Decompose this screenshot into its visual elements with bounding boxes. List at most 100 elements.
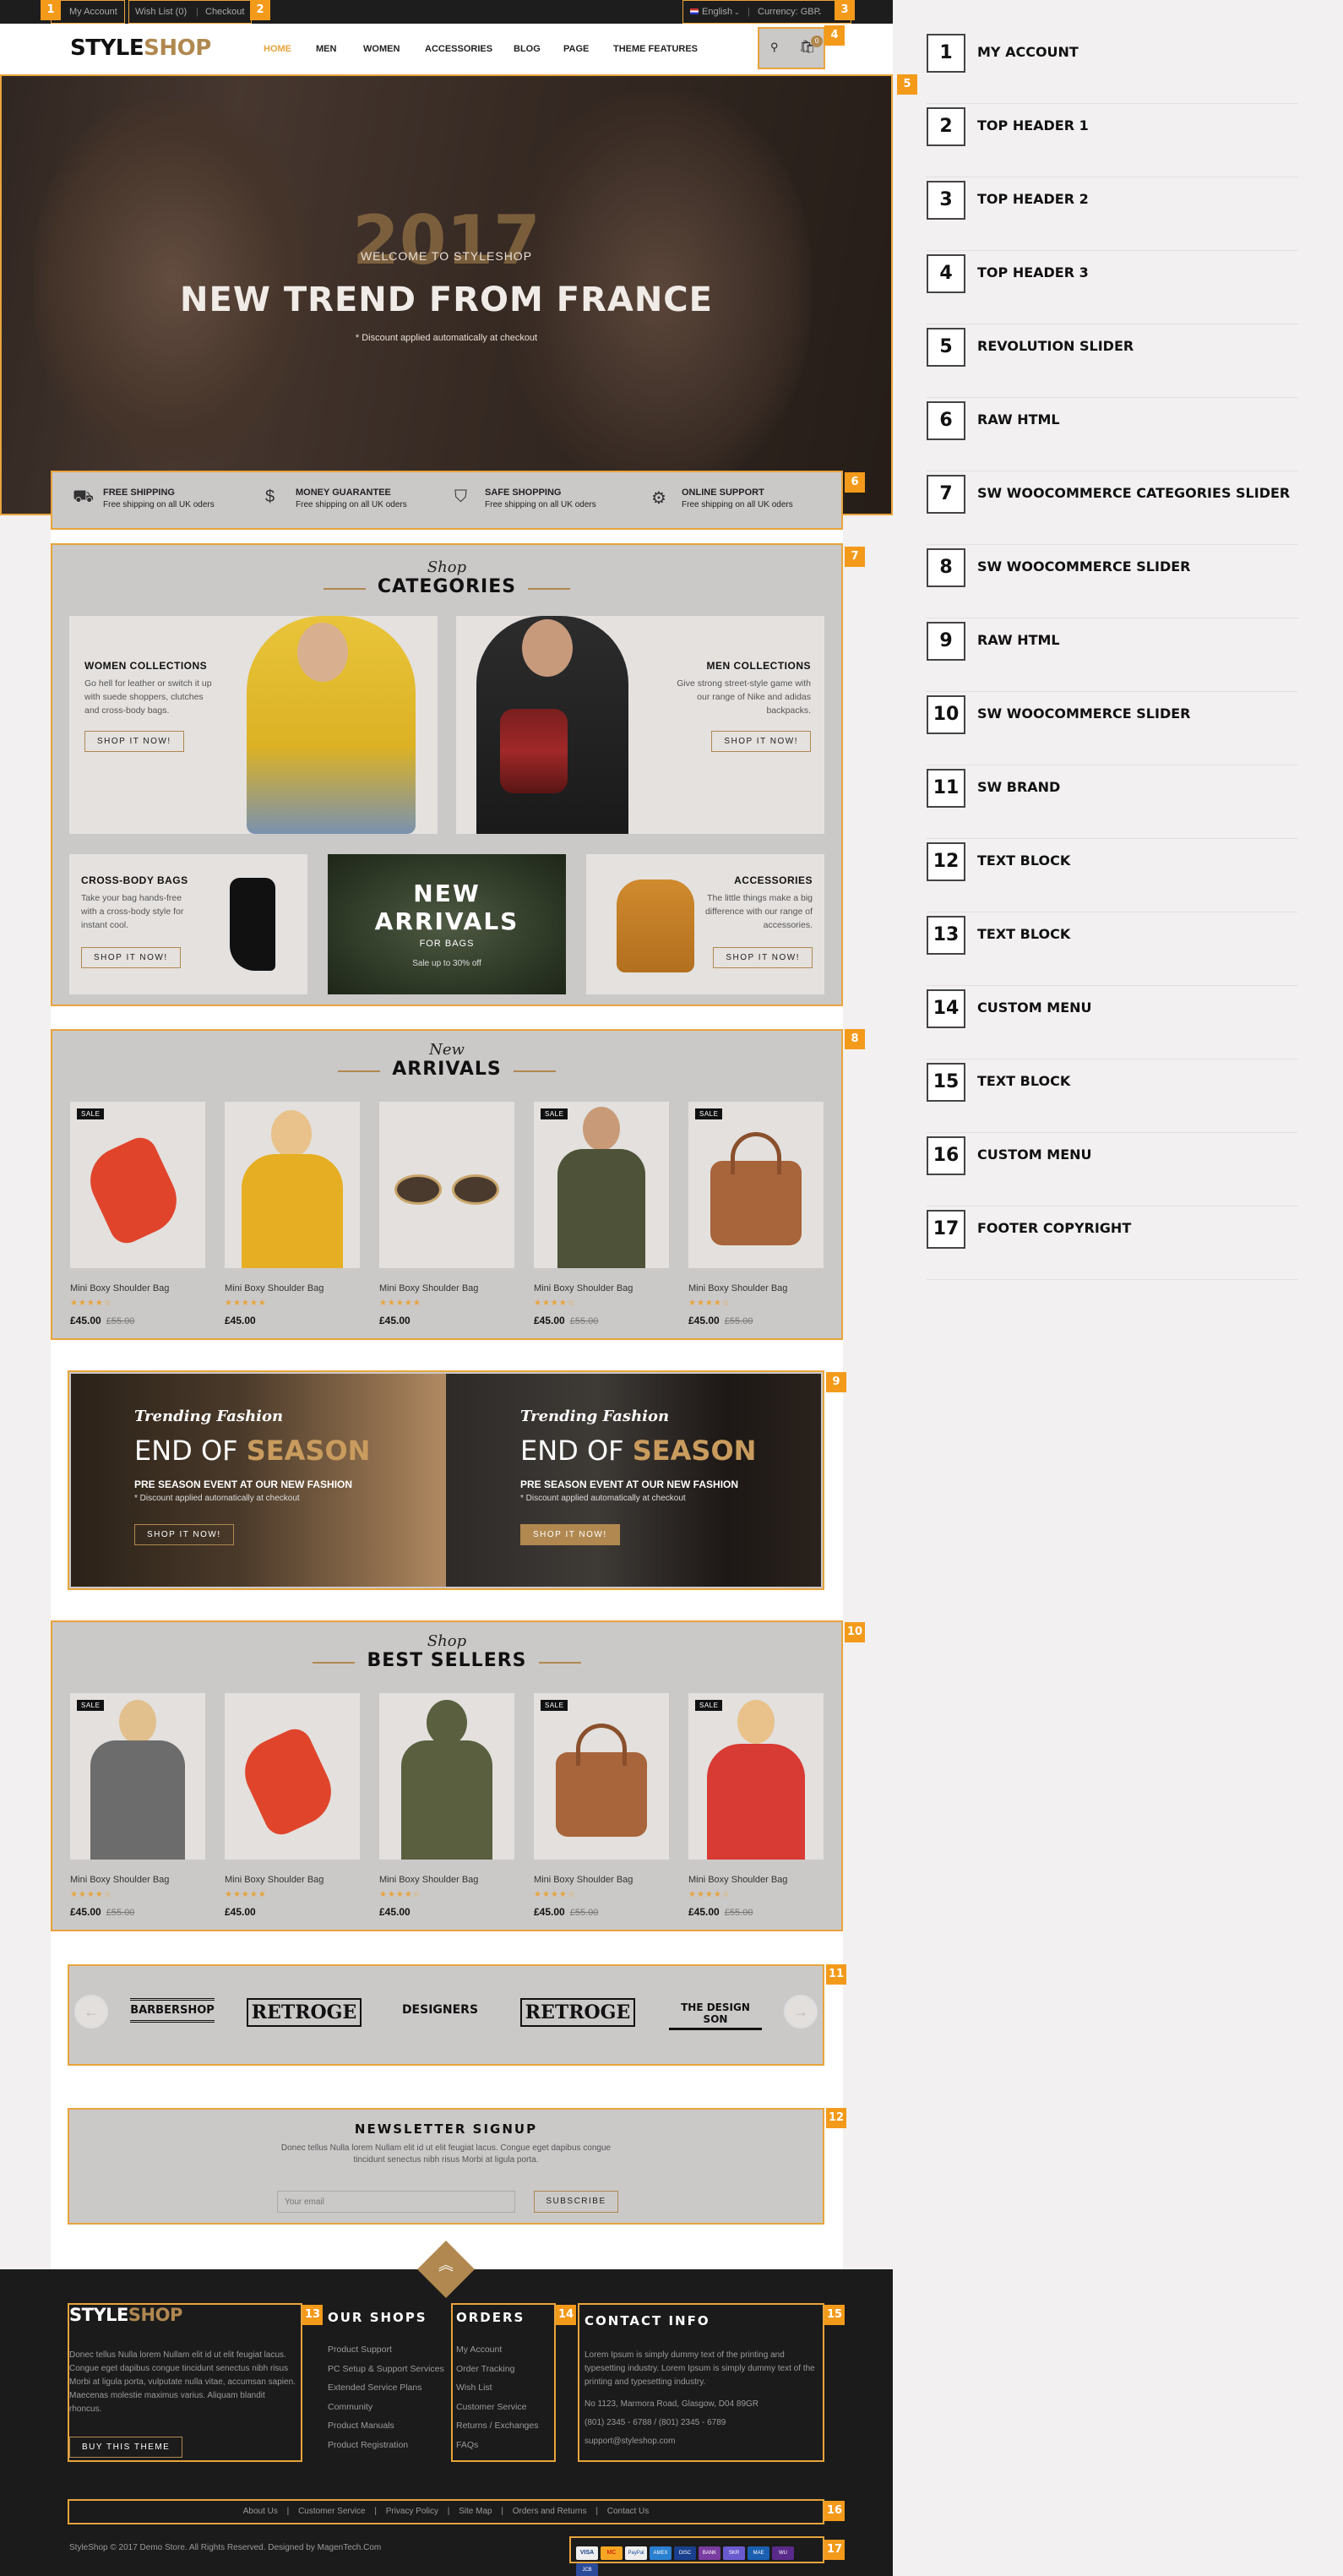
product-card[interactable]: SALE Mini Boxy Shoulder Bag ★★★★☆ £45.00…: [534, 1693, 669, 1918]
product-name[interactable]: Mini Boxy Shoulder Bag: [534, 1283, 669, 1293]
legend-item: 16 CUSTOM MENU: [927, 1133, 1298, 1206]
buy-theme-button[interactable]: BUY THIS THEME: [69, 2437, 183, 2458]
product-card[interactable]: Mini Boxy Shoulder Bag ★★★★★ £45.00: [225, 1693, 360, 1918]
category-women[interactable]: WOMEN COLLECTIONS Go hell for leather or…: [69, 616, 438, 834]
hood-shape: [427, 1700, 467, 1745]
next-arrow-icon[interactable]: →: [784, 1995, 818, 2029]
product-image[interactable]: SALE: [70, 1693, 205, 1860]
nav-accessories[interactable]: ACCESSORIES: [425, 44, 492, 54]
product-name[interactable]: Mini Boxy Shoulder Bag: [379, 1283, 514, 1293]
category-new-arrivals[interactable]: NEW ARRIVALS FOR BAGS Sale up to 30% off: [328, 854, 566, 994]
wishlist-link[interactable]: Wish List (0): [135, 7, 187, 17]
currency-select[interactable]: Currency: GBP: [758, 7, 820, 17]
product-image[interactable]: SALE: [688, 1102, 824, 1268]
product-image[interactable]: [379, 1693, 514, 1860]
banner-shop-button[interactable]: SHOP IT NOW!: [520, 1524, 620, 1545]
footer-menu-link[interactable]: Orders and Returns: [513, 2507, 587, 2516]
contact-email[interactable]: support@styleshop.com: [585, 2437, 675, 2446]
footer-menu-link[interactable]: Customer Service: [298, 2507, 365, 2516]
category-crossbody[interactable]: CROSS-BODY BAGS Take your bag hands-free…: [69, 854, 307, 994]
product-name[interactable]: Mini Boxy Shoulder Bag: [379, 1875, 514, 1885]
badge-1: 1: [41, 0, 61, 20]
product-card[interactable]: SALE Mini Boxy Shoulder Bag ★★★★☆ £45.00…: [688, 1693, 824, 1918]
product-name[interactable]: Mini Boxy Shoulder Bag: [225, 1283, 360, 1293]
product-card[interactable]: SALE Mini Boxy Shoulder Bag ★★★★☆ £45.00…: [688, 1102, 824, 1326]
footer-menu-link[interactable]: Privacy Policy: [386, 2507, 438, 2516]
product-name[interactable]: Mini Boxy Shoulder Bag: [688, 1283, 824, 1293]
footer-link[interactable]: PC Setup & Support Services: [328, 2360, 444, 2379]
jcb-icon: JCB: [576, 2563, 598, 2576]
product-card[interactable]: SALE Mini Boxy Shoulder Bag ★★★★☆ £45.00…: [70, 1102, 205, 1326]
footer-link[interactable]: Customer Service: [456, 2398, 538, 2417]
footer-menu-link[interactable]: Site Map: [459, 2507, 492, 2516]
footer-link[interactable]: Community: [328, 2398, 444, 2417]
banner-shop-button[interactable]: SHOP IT NOW!: [134, 1524, 234, 1545]
footer-link[interactable]: Returns / Exchanges: [456, 2416, 538, 2436]
brand-logo[interactable]: THE DESIGN SON: [669, 2001, 762, 2030]
women-shop-button[interactable]: SHOP IT NOW!: [84, 731, 184, 752]
footer-link[interactable]: Product Registration: [328, 2436, 444, 2455]
nav-women[interactable]: WOMEN: [363, 44, 400, 54]
old-price: £55.00: [569, 1908, 599, 1918]
subscribe-button[interactable]: SUBSCRIBE: [534, 2191, 618, 2213]
hero-slider[interactable]: 2017 WELCOME TO STYLESHOP NEW TREND FROM…: [0, 74, 917, 515]
product-card[interactable]: Mini Boxy Shoulder Bag ★★★★☆ £45.00: [379, 1693, 514, 1918]
footer-link[interactable]: Product Manuals: [328, 2416, 444, 2436]
nav-page[interactable]: PAGE: [563, 44, 589, 54]
categories-title: CATEGORIES: [377, 576, 517, 597]
my-account-link[interactable]: My Account: [69, 7, 117, 17]
product-image[interactable]: [379, 1102, 514, 1268]
brand-logo[interactable]: DESIGNERS: [394, 2003, 487, 2017]
language-select[interactable]: English: [702, 7, 732, 17]
product-card[interactable]: SALE Mini Boxy Shoulder Bag ★★★★☆ £45.00…: [70, 1693, 205, 1918]
season-banner-right[interactable]: Trending Fashion END OF SEASON PRE SEASO…: [446, 1374, 821, 1587]
product-name[interactable]: Mini Boxy Shoulder Bag: [688, 1875, 824, 1885]
legend-label: TOP HEADER 1: [977, 117, 1089, 133]
category-accessories[interactable]: ACCESSORIES The little things make a big…: [586, 854, 824, 994]
product-image[interactable]: [225, 1693, 360, 1860]
footer-link[interactable]: My Account: [456, 2340, 538, 2360]
footer-link[interactable]: Extended Service Plans: [328, 2378, 444, 2398]
prev-arrow-icon[interactable]: ←: [74, 1995, 108, 2029]
product-card[interactable]: Mini Boxy Shoulder Bag ★★★★★ £45.00: [379, 1102, 514, 1326]
footer-link[interactable]: Order Tracking: [456, 2360, 538, 2379]
category-men[interactable]: MEN COLLECTIONS Give strong street-style…: [456, 616, 824, 834]
nav-blog[interactable]: BLOG: [514, 44, 541, 54]
brand-logo[interactable]: RETROGE: [520, 1998, 635, 2027]
footer-link[interactable]: Product Support: [328, 2340, 444, 2360]
legend-item: 8 SW WOOCOMMERCE SLIDER: [927, 545, 1298, 618]
product-name[interactable]: Mini Boxy Shoulder Bag: [70, 1283, 205, 1293]
men-shop-button[interactable]: SHOP IT NOW!: [711, 731, 811, 752]
footer-menu-link[interactable]: About Us: [243, 2507, 278, 2516]
product-name[interactable]: Mini Boxy Shoulder Bag: [225, 1875, 360, 1885]
checkout-link[interactable]: Checkout: [205, 7, 244, 17]
product-image[interactable]: [225, 1102, 360, 1268]
footer-logo[interactable]: STYLESHOP: [69, 2305, 182, 2325]
product-price: £45.00: [534, 1315, 565, 1326]
product-name[interactable]: Mini Boxy Shoulder Bag: [534, 1875, 669, 1885]
logo[interactable]: STYLESHOP: [70, 35, 211, 61]
season-banner-left[interactable]: Trending Fashion END OF SEASON PRE SEASO…: [71, 1374, 446, 1587]
accessories-shop-button[interactable]: SHOP IT NOW!: [713, 947, 813, 968]
product-image[interactable]: SALE: [70, 1102, 205, 1268]
nav-theme-features[interactable]: THEME FEATURES: [613, 44, 698, 54]
brand-logo[interactable]: BARBERSHOP: [130, 1998, 215, 2023]
product-card[interactable]: SALE Mini Boxy Shoulder Bag ★★★★☆ £45.00…: [534, 1102, 669, 1326]
categories-script: Shop: [427, 558, 467, 576]
nav-men[interactable]: MEN: [316, 44, 336, 54]
product-image[interactable]: SALE: [688, 1693, 824, 1860]
footer-link[interactable]: FAQs: [456, 2436, 538, 2455]
product-image[interactable]: SALE: [534, 1693, 669, 1860]
footer-menu-link[interactable]: Contact Us: [607, 2507, 649, 2516]
rating-stars: ★★★★☆: [534, 1299, 576, 1308]
product-card[interactable]: Mini Boxy Shoulder Bag ★★★★★ £45.00: [225, 1102, 360, 1326]
banner-title: END OF SEASON: [134, 1435, 370, 1467]
nav-home[interactable]: HOME: [264, 44, 291, 54]
footer-link[interactable]: Wish List: [456, 2378, 538, 2398]
newsletter-email-input[interactable]: [277, 2191, 515, 2213]
product-name[interactable]: Mini Boxy Shoulder Bag: [70, 1875, 205, 1885]
search-icon[interactable]: ⚲: [770, 41, 779, 54]
product-image[interactable]: SALE: [534, 1102, 669, 1268]
brand-logo[interactable]: RETROGE: [247, 1998, 362, 2027]
crossbody-shop-button[interactable]: SHOP IT NOW!: [81, 947, 181, 968]
